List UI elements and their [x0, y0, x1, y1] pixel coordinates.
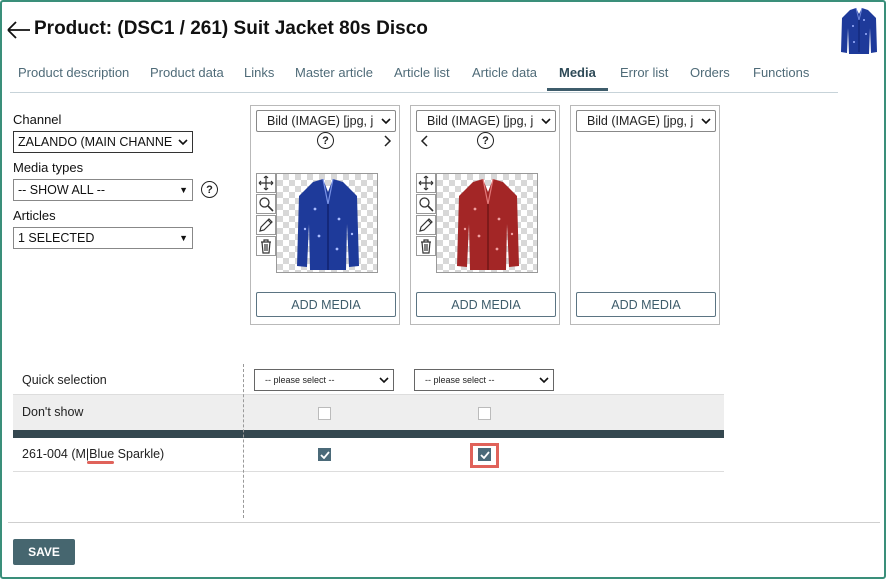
article-label-prefix: 261-004 (M| [22, 447, 90, 461]
help-icon[interactable]: ? [477, 132, 494, 149]
assign-checkbox[interactable] [318, 448, 331, 461]
caret-down-icon: ▼ [179, 185, 188, 195]
media-type-select[interactable]: Bild (IMAGE) [jpg, j [576, 110, 716, 132]
move-icon[interactable] [416, 173, 436, 193]
edit-pencil-icon[interactable] [416, 215, 436, 235]
trash-icon[interactable] [256, 236, 276, 256]
quick-select-dropdown[interactable]: -- please select -- [254, 369, 394, 391]
help-icon[interactable]: ? [317, 132, 334, 149]
chevron-right-icon[interactable] [382, 135, 392, 147]
media-type-select-value: Bild (IMAGE) [jpg, j [267, 114, 374, 128]
dont-show-checkbox[interactable] [478, 407, 491, 420]
articles-label: Articles [13, 208, 56, 223]
chevron-down-icon [379, 377, 389, 384]
article-label-suffix: Sparkle) [114, 447, 165, 461]
article-label-highlight: Blue [89, 447, 115, 461]
tab-orders[interactable]: Orders [690, 65, 730, 80]
zoom-icon[interactable] [416, 194, 436, 214]
media-types-select[interactable]: -- SHOW ALL -- ▼ [13, 179, 193, 201]
back-arrow-icon[interactable] [6, 18, 32, 42]
trash-icon[interactable] [416, 236, 436, 256]
tab-functions[interactable]: Functions [753, 65, 809, 80]
save-button[interactable]: SAVE [13, 539, 75, 565]
checkmark-icon [319, 450, 330, 459]
page-title: Product: (DSC1 / 261) Suit Jacket 80s Di… [34, 18, 428, 39]
assign-checkbox[interactable] [478, 448, 491, 461]
tab-article-data[interactable]: Article data [472, 65, 537, 80]
channel-select[interactable]: ZALANDO (MAIN CHANNE [13, 131, 193, 153]
media-toolbar [256, 173, 276, 257]
media-types-select-value: -- SHOW ALL -- [18, 183, 106, 197]
media-type-select[interactable]: Bild (IMAGE) [jpg, j [256, 110, 396, 132]
chevron-down-icon [381, 118, 391, 125]
tab-product-data[interactable]: Product data [150, 65, 224, 80]
help-icon[interactable]: ? [201, 181, 218, 198]
add-media-button[interactable]: ADD MEDIA [416, 292, 556, 317]
table-divider-bar [13, 430, 724, 438]
zoom-icon[interactable] [256, 194, 276, 214]
chevron-left-icon[interactable] [420, 135, 430, 147]
caret-down-icon: ▼ [179, 233, 188, 243]
footer-divider [8, 522, 880, 523]
checkmark-icon [479, 450, 490, 459]
media-card: Bild (IMAGE) [jpg, j ? ADD MEDIA [250, 105, 400, 325]
dont-show-label: Don't show [22, 405, 84, 419]
quick-select-dropdown[interactable]: -- please select -- [414, 369, 554, 391]
product-thumbnail [839, 6, 879, 58]
add-media-button[interactable]: ADD MEDIA [256, 292, 396, 317]
move-icon[interactable] [256, 173, 276, 193]
media-type-select-value: Bild (IMAGE) [jpg, j [587, 114, 694, 128]
quick-select-value: -- please select -- [265, 375, 335, 385]
active-tab-indicator [547, 88, 608, 91]
chevron-down-icon [701, 118, 711, 125]
channel-select-value: ZALANDO (MAIN CHANNE [18, 135, 173, 149]
column-divider [243, 364, 244, 518]
article-row-label: 261-004 (M|Blue Sparkle) [22, 447, 164, 461]
tab-product-description[interactable]: Product description [18, 65, 129, 80]
tab-links[interactable]: Links [244, 65, 274, 80]
jacket-image [457, 178, 519, 270]
media-toolbar [416, 173, 436, 257]
jacket-image [297, 178, 359, 270]
channel-label: Channel [13, 112, 62, 127]
add-media-button[interactable]: ADD MEDIA [576, 292, 716, 317]
dont-show-checkbox[interactable] [318, 407, 331, 420]
tab-error-list[interactable]: Error list [620, 65, 668, 80]
tab-master-article[interactable]: Master article [295, 65, 373, 80]
media-card: Bild (IMAGE) [jpg, j ADD MEDIA [570, 105, 720, 325]
spellcheck-underline [87, 461, 114, 464]
tab-media[interactable]: Media [559, 65, 596, 80]
media-types-label: Media types [13, 160, 84, 175]
media-type-select-value: Bild (IMAGE) [jpg, j [427, 114, 534, 128]
edit-pencil-icon[interactable] [256, 215, 276, 235]
tab-article-list[interactable]: Article list [394, 65, 450, 80]
media-image-red-jacket[interactable] [436, 173, 538, 273]
quick-selection-label: Quick selection [22, 373, 107, 387]
articles-select-value: 1 SELECTED [18, 231, 95, 245]
media-image-blue-jacket[interactable] [276, 173, 378, 273]
media-type-select[interactable]: Bild (IMAGE) [jpg, j [416, 110, 556, 132]
media-card: Bild (IMAGE) [jpg, j ? ADD MEDIA [410, 105, 560, 325]
tab-bar: Product description Product data Links M… [10, 58, 838, 93]
dont-show-row [13, 395, 724, 430]
quick-select-value: -- please select -- [425, 375, 495, 385]
chevron-down-icon [541, 118, 551, 125]
articles-select[interactable]: 1 SELECTED ▼ [13, 227, 193, 249]
chevron-down-icon [539, 377, 549, 384]
chevron-down-icon [178, 139, 188, 146]
